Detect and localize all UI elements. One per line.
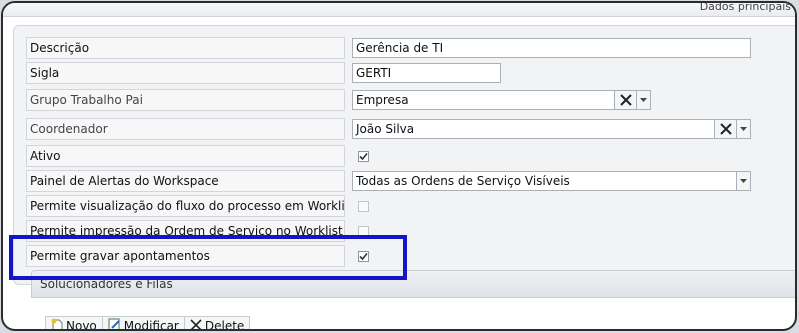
grid-toolbar: Novo Modificar Delete: [45, 316, 251, 331]
new-label: Novo: [66, 319, 97, 331]
sigla-input[interactable]: GERTI: [352, 63, 501, 83]
painel-alertas-value: Todas as Ordens de Serviço Visíveis: [356, 174, 570, 188]
label-sigla: Sigla: [26, 62, 345, 84]
highlight-box: [9, 235, 407, 280]
delete-button[interactable]: Delete: [185, 317, 249, 331]
ativo-checkbox[interactable]: [358, 151, 369, 162]
label-painel-alertas: Painel de Alertas do Workspace: [26, 170, 345, 192]
clear-icon[interactable]: [714, 120, 736, 138]
permite-visualizacao-checkbox[interactable]: [358, 201, 369, 212]
grupo-trabalho-pai-combo[interactable]: Empresa: [352, 90, 651, 110]
edit-label: Modificar: [123, 319, 179, 331]
panel-title: Dados principais: [699, 1, 791, 13]
new-button[interactable]: Novo: [46, 317, 103, 331]
delete-icon: [190, 318, 202, 329]
label-permite-visualizacao: Permite visualização do fluxo do process…: [26, 195, 345, 217]
painel-alertas-select[interactable]: Todas as Ordens de Serviço Visíveis: [352, 171, 751, 191]
label-ativo: Ativo: [26, 145, 345, 167]
coordenador-value: João Silva: [356, 122, 415, 136]
coordenador-combo[interactable]: João Silva: [352, 119, 751, 139]
window-frame: Dados principais Descrição Gerência de T…: [1, 1, 797, 331]
delete-label: Delete: [204, 319, 245, 331]
edit-icon: [108, 318, 121, 329]
chevron-down-icon[interactable]: [736, 172, 750, 190]
label-coordenador: Coordenador: [26, 118, 345, 140]
descricao-input[interactable]: Gerência de TI: [352, 38, 751, 58]
label-grupo-trabalho-pai: Grupo Trabalho Pai: [26, 89, 345, 111]
grupo-trabalho-pai-value: Empresa: [356, 93, 409, 107]
edit-button[interactable]: Modificar: [103, 317, 185, 331]
top-bar: Dados principais: [3, 3, 795, 17]
new-icon: [51, 318, 63, 329]
chevron-down-icon[interactable]: [736, 120, 750, 138]
label-descricao: Descrição: [26, 37, 345, 59]
clear-icon[interactable]: [614, 91, 636, 109]
chevron-down-icon[interactable]: [636, 91, 650, 109]
